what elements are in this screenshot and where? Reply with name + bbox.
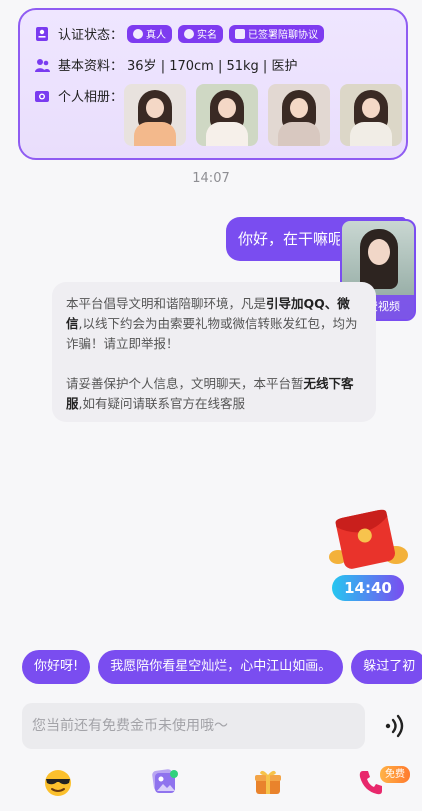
album-photo[interactable] xyxy=(340,84,402,146)
safety-notice: 本平台倡导文明和谐陪聊环境，凡是引导加QQ、微信,以线下约会为由索要礼物或微信转… xyxy=(52,282,376,422)
red-packet-icon[interactable] xyxy=(326,505,410,577)
profile-card: 认证状态： 真人 实名 已签署陪聊协议 基本资料： 36岁 | 170cm | … xyxy=(18,8,408,160)
shield-icon xyxy=(184,28,195,39)
badge-agreement: 已签署陪聊协议 xyxy=(229,24,325,43)
free-badge: 免费 xyxy=(380,766,410,783)
message-timestamp: 14:07 xyxy=(192,171,230,186)
album-row: 个人相册： xyxy=(34,86,127,105)
emoji-sunglasses-icon[interactable] xyxy=(42,766,74,798)
badge-real-name: 实名 xyxy=(178,24,224,43)
badge-real-person: 真人 xyxy=(127,24,173,43)
cert-label: 认证状态： xyxy=(58,28,124,43)
cert-row: 认证状态： 真人 实名 已签署陪聊协议 xyxy=(34,24,330,43)
album-label: 个人相册： xyxy=(58,90,124,105)
gift-box-icon[interactable] xyxy=(252,766,284,798)
id-card-icon xyxy=(36,26,48,41)
message-input[interactable] xyxy=(22,703,365,749)
person-icon xyxy=(35,58,50,72)
basic-label: 基本资料： xyxy=(58,59,124,74)
timer-pill[interactable]: 14:40 xyxy=(332,575,404,601)
gallery-icon[interactable] xyxy=(148,766,180,798)
quick-reply-chip[interactable]: 你好呀! xyxy=(22,650,91,684)
album-photo[interactable] xyxy=(196,84,258,146)
basic-value: 36岁 | 170cm | 51kg | 医护 xyxy=(127,59,298,74)
photo-album xyxy=(124,84,402,146)
quick-reply-chip[interactable]: 躲过了初 xyxy=(351,650,422,684)
notice-paragraph: 请妥善保护个人信息，文明聊天，本平台暂无线下客服,如有疑问请联系官方在线客服 xyxy=(66,376,354,411)
basic-info-row: 基本资料： 36岁 | 170cm | 51kg | 医护 xyxy=(34,55,297,74)
notice-paragraph: 本平台倡导文明和谐陪聊环境，凡是引导加QQ、微信,以线下约会为由索要礼物或微信转… xyxy=(66,296,358,351)
voice-icon[interactable] xyxy=(380,712,408,740)
quick-reply-bar: 你好呀! 我愿陪你看星空灿烂，心中江山如画。 躲过了初 xyxy=(22,650,422,686)
document-icon xyxy=(235,28,246,39)
album-icon xyxy=(35,90,49,102)
album-photo[interactable] xyxy=(124,84,186,146)
album-photo[interactable] xyxy=(268,84,330,146)
quick-reply-chip[interactable]: 我愿陪你看星空灿烂，心中江山如画。 xyxy=(98,650,344,684)
smile-icon xyxy=(133,28,144,39)
